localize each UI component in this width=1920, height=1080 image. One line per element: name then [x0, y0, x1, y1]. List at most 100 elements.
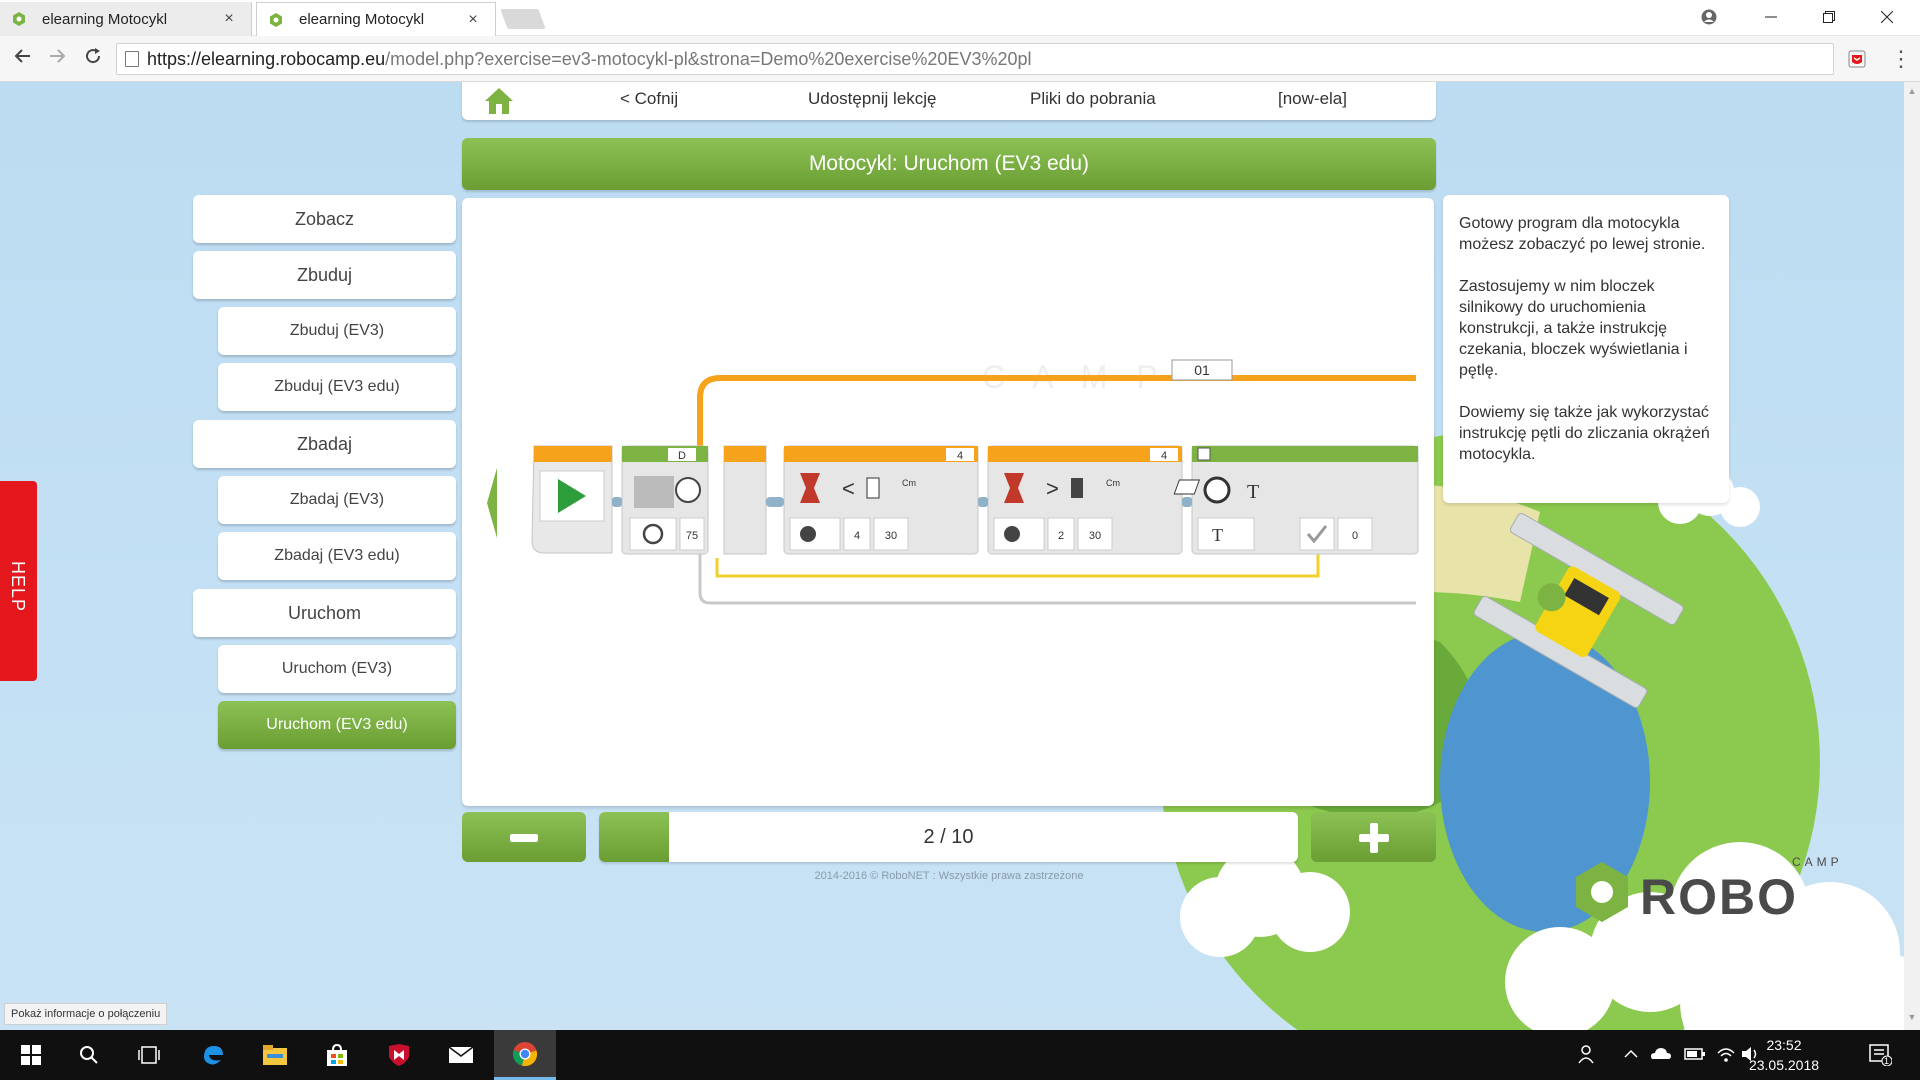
threshold-icon — [866, 477, 880, 499]
store-icon[interactable] — [306, 1030, 368, 1080]
downloads-link[interactable]: Pliki do pobrania — [1030, 89, 1156, 109]
mcafee-icon[interactable] — [368, 1030, 430, 1080]
motor-block[interactable]: D 75 — [621, 445, 709, 555]
wait-block-1[interactable]: 4 < Cm 4 30 — [783, 445, 979, 555]
onedrive-icon[interactable] — [1650, 1044, 1672, 1069]
ev3-program-canvas: C A M P 01 D 75 4 < Cm 4 30 4 > Cm 2 30 … — [487, 359, 1419, 605]
menu-dots-icon[interactable]: ⋮ — [1890, 46, 1912, 72]
display-block[interactable]: T T 0 — [1173, 445, 1419, 555]
previous-page-button[interactable] — [462, 812, 586, 862]
account-icon[interactable] — [1680, 0, 1738, 34]
forward-arrow-icon[interactable] — [44, 46, 70, 72]
address-bar[interactable]: https://elearning.robocamp.eu/model.php?… — [116, 43, 1834, 75]
wait1-threshold: 4 — [854, 530, 860, 542]
motor-icon — [634, 476, 674, 508]
notification-count: 1 — [1884, 1056, 1890, 1066]
tray-chevron-icon[interactable] — [1624, 1044, 1638, 1069]
browser-tab[interactable]: elearning Motocykl × — [0, 2, 252, 36]
tab-close-icon[interactable]: × — [465, 11, 481, 29]
page-icon — [125, 51, 139, 67]
edge-browser-icon[interactable] — [182, 1030, 244, 1080]
minimize-icon[interactable] — [1742, 0, 1800, 34]
reload-icon[interactable] — [80, 46, 106, 72]
battery-icon[interactable] — [1684, 1044, 1706, 1069]
display-icon — [1203, 476, 1231, 504]
lesson-title: Motocykl: Uruchom (EV3 edu) — [462, 138, 1436, 190]
help-tab[interactable]: HELP — [0, 481, 37, 681]
loop-counter-wire — [715, 553, 1320, 578]
back-arrow-icon[interactable] — [10, 46, 36, 72]
search-icon[interactable] — [58, 1030, 120, 1080]
page-counter: 2 / 10 — [923, 826, 974, 848]
share-lesson-link[interactable]: Udostępnij lekcję — [808, 89, 937, 109]
people-icon[interactable] — [1578, 1044, 1598, 1069]
sidebar-item-zbuduj[interactable]: Zbuduj — [193, 251, 456, 299]
start-block[interactable] — [531, 445, 613, 554]
sidebar-item-zbadaj-ev3-edu[interactable]: Zbadaj (EV3 edu) — [218, 532, 456, 580]
compare-less: < — [842, 476, 855, 501]
sidebar-item-uruchom[interactable]: Uruchom — [193, 589, 456, 637]
text-grid-mode: T — [1212, 525, 1223, 545]
sidebar-item-zbadaj[interactable]: Zbadaj — [193, 420, 456, 468]
wifi-icon[interactable] — [1716, 1044, 1736, 1069]
loop-label: 01 — [1194, 362, 1210, 378]
url-host: https://elearning.robocamp.eu — [147, 49, 386, 69]
close-icon[interactable] — [1858, 0, 1916, 34]
url-path: /model.php?exercise=ev3-motocykl-pl&stro… — [385, 49, 1032, 69]
page-progress-bar: 2 / 10 — [599, 812, 1298, 862]
ultrasonic-icon — [800, 526, 816, 542]
windows-taskbar: 23:52 23.05.2018 1 — [0, 1030, 1920, 1080]
new-tab-button[interactable] — [500, 9, 546, 29]
compare-greater: > — [1046, 476, 1059, 501]
wait-block-2[interactable]: 4 > Cm 2 30 — [987, 445, 1183, 555]
task-view-icon[interactable] — [118, 1030, 180, 1080]
copyright-text: 2014-2016 © RoboNET : Wszystkie prawa za… — [814, 870, 1084, 882]
browser-tab-active[interactable]: elearning Motocykl × — [256, 2, 496, 36]
scroll-up-icon[interactable]: ▲ — [1907, 86, 1917, 96]
sidebar-item-zbadaj-ev3[interactable]: Zbadaj (EV3) — [218, 476, 456, 524]
clock-date: 23.05.2018 — [1748, 1057, 1820, 1073]
browser-tab-bar: elearning Motocykl × elearning Motocykl … — [0, 0, 1920, 36]
display-value: 0 — [1352, 530, 1358, 542]
sidebar-item-uruchom-ev3[interactable]: Uruchom (EV3) — [218, 645, 456, 693]
tab-title: elearning Motocykl — [299, 11, 425, 28]
tab-close-icon[interactable]: × — [221, 10, 237, 28]
speed-gauge-icon — [675, 477, 701, 503]
logo-sub: CAMP — [1792, 855, 1843, 869]
file-explorer-icon[interactable] — [244, 1030, 306, 1080]
system-clock[interactable]: 23:52 23.05.2018 — [1744, 1035, 1824, 1075]
tab-title: elearning Motocykl — [42, 10, 168, 28]
browser-toolbar: https://elearning.robocamp.eu/model.php?… — [0, 36, 1920, 82]
wait2-threshold: 2 — [1058, 530, 1064, 542]
next-page-button[interactable] — [1311, 812, 1436, 862]
threshold-icon — [1071, 478, 1083, 498]
start-windows-icon[interactable] — [0, 1030, 62, 1080]
robocamp-favicon-icon — [12, 12, 26, 26]
sidebar-item-uruchom-ev3-edu[interactable]: Uruchom (EV3 edu) — [218, 701, 456, 749]
wait2-port: 4 — [1161, 450, 1167, 462]
info-paragraph: Zastosujemy w nim bloczek silnikowy do u… — [1459, 278, 1688, 379]
sidebar-item-zbuduj-ev3[interactable]: Zbuduj (EV3) — [218, 307, 456, 355]
page-scrollbar[interactable] — [1904, 82, 1920, 1030]
sidebar-item-zbuduj-ev3-edu[interactable]: Zbuduj (EV3 edu) — [218, 363, 456, 411]
info-paragraph: Dowiemy się także jak wykorzystać instru… — [1459, 404, 1710, 463]
home-icon[interactable] — [484, 86, 514, 116]
restore-icon[interactable] — [1800, 0, 1858, 34]
wait1-value: 30 — [885, 530, 897, 542]
robocamp-logo: ROBO CAMP — [1572, 852, 1872, 932]
logo-word: ROBO — [1640, 869, 1798, 925]
info-paragraph: Gotowy program dla motocykla możesz zoba… — [1459, 215, 1706, 253]
mail-icon[interactable] — [430, 1030, 492, 1080]
loop-start-block[interactable] — [723, 445, 767, 555]
text-mode: T — [1247, 481, 1259, 503]
user-link[interactable]: [now-ela] — [1278, 89, 1347, 109]
scroll-left-arrow-icon[interactable] — [487, 468, 497, 538]
lesson-top-nav: < Cofnij Udostępnij lekcję Pliki do pobr… — [462, 82, 1436, 120]
unit-cm: Cm — [1106, 478, 1120, 488]
sidebar-item-zobacz[interactable]: Zobacz — [193, 195, 456, 243]
extension-icon[interactable] — [1846, 48, 1868, 70]
back-link[interactable]: < Cofnij — [620, 89, 678, 109]
scroll-down-icon[interactable]: ▼ — [1907, 1012, 1917, 1022]
chrome-taskbar-icon[interactable] — [494, 1030, 556, 1080]
connection-info-tooltip: Pokaż informacje o połączeniu — [4, 1003, 168, 1025]
